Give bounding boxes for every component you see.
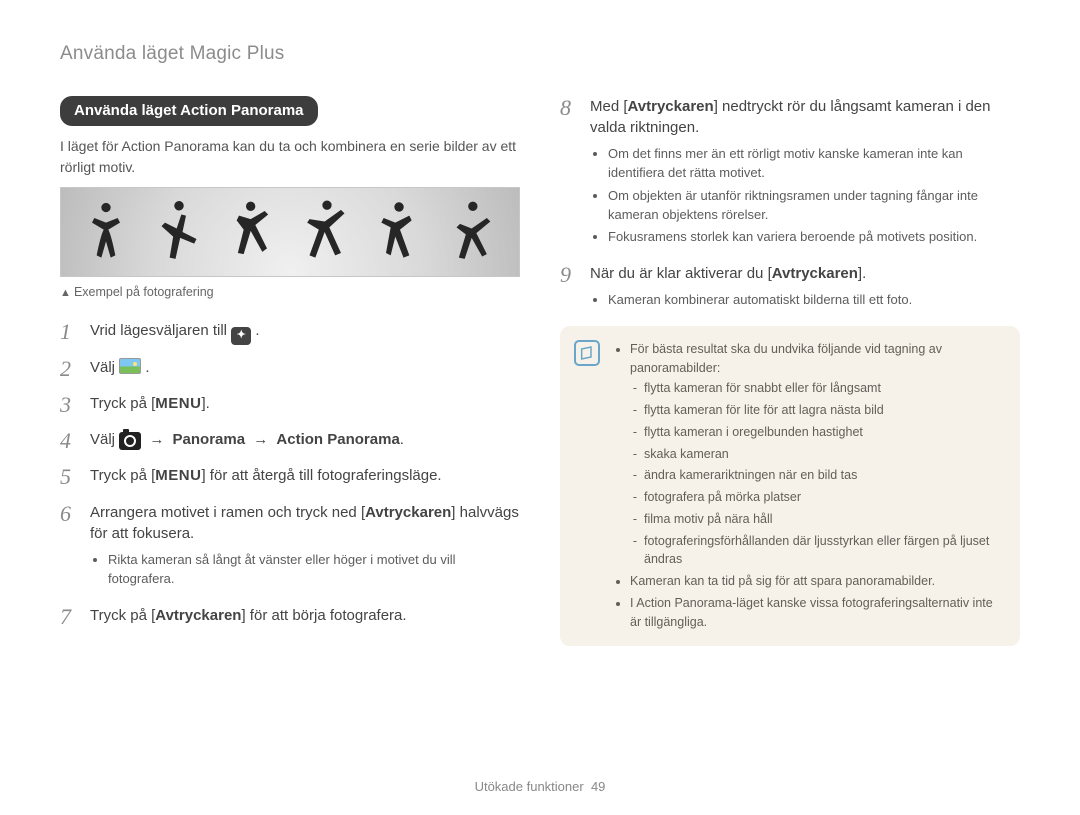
- note-box: För bästa resultat ska du undvika följan…: [560, 326, 1020, 647]
- page-footer: Utökade funktioner 49: [0, 778, 1080, 797]
- content-columns: Använda läget Action Panorama I läget fö…: [60, 96, 1020, 647]
- note-lead: För bästa resultat ska du undvika följan…: [630, 342, 942, 375]
- steps-list-right: 8 Med [Avtryckaren] nedtryckt rör du lån…: [560, 96, 1020, 314]
- step-bold: Avtryckaren: [628, 98, 714, 115]
- note-icon: [574, 340, 600, 366]
- sub-bullet: Fokusramens storlek kan variera beroende…: [608, 228, 1020, 247]
- note-subitem: flytta kameran i oregelbunden hastighet: [644, 423, 1004, 442]
- step-text: Tryck på [: [90, 395, 155, 412]
- dancer-silhouette: [376, 197, 424, 267]
- sub-bullet-list: Om det finns mer än ett rörligt motiv ka…: [608, 145, 1020, 247]
- right-column: 8 Med [Avtryckaren] nedtryckt rör du lån…: [560, 96, 1020, 647]
- note-sublist: flytta kameran för snabbt eller för lång…: [644, 379, 1004, 569]
- step-item: 2 Välj .: [60, 357, 520, 381]
- step-number: 3: [60, 393, 78, 417]
- step-number: 4: [60, 429, 78, 453]
- arrow-icon: →: [149, 431, 164, 448]
- step-bold: Avtryckaren: [155, 607, 241, 624]
- step-text: När du är klar aktiverar du [: [590, 265, 772, 282]
- steps-list-left: 1 Vrid lägesväljaren till ✦ . 2 Välj . 3…: [60, 320, 520, 629]
- step-number: 6: [60, 502, 78, 593]
- step-text: ].: [201, 395, 209, 412]
- note-subitem: skaka kameran: [644, 445, 1004, 464]
- example-illustration: [60, 187, 520, 277]
- step-bold: Panorama: [173, 431, 246, 448]
- step-text: Tryck på [: [90, 607, 155, 624]
- note-item: Kameran kan ta tid på sig för att spara …: [630, 572, 1004, 591]
- step-item: 3 Tryck på [MENU].: [60, 393, 520, 417]
- note-item: För bästa resultat ska du undvika följan…: [630, 340, 1004, 569]
- note-subitem: ändra kamerariktningen när en bild tas: [644, 466, 1004, 485]
- left-column: Använda läget Action Panorama I läget fö…: [60, 96, 520, 647]
- note-item: I Action Panorama-läget kanske vissa fot…: [630, 594, 1004, 632]
- note-subitem: fotograferingsförhållanden där ljusstyrk…: [644, 532, 1004, 570]
- step-item: 5 Tryck på [MENU] för att återgå till fo…: [60, 465, 520, 489]
- step-text: Välj: [90, 359, 119, 376]
- step-text: ] för att börja fotografera.: [241, 607, 406, 624]
- step-text: ].: [858, 265, 866, 282]
- illustration-caption: Exempel på fotografering: [60, 283, 520, 302]
- section-title-pill: Använda läget Action Panorama: [60, 96, 318, 127]
- step-bold: Avtryckaren: [772, 265, 858, 282]
- section-intro: I läget för Action Panorama kan du ta oc…: [60, 136, 520, 177]
- sub-bullet-list: Kameran kombinerar automatiskt bilderna …: [608, 291, 1020, 310]
- menu-label: MENU: [155, 395, 201, 412]
- step-text: ] för att återgå till fotograferingsläge…: [201, 467, 441, 484]
- sub-bullet: Om det finns mer än ett rörligt motiv ka…: [608, 145, 1020, 183]
- note-subitem: filma motiv på nära håll: [644, 510, 1004, 529]
- step-text: Vrid lägesväljaren till: [90, 322, 231, 339]
- dancer-silhouette: [229, 197, 277, 267]
- step-number: 1: [60, 320, 78, 345]
- arrow-icon: →: [253, 431, 268, 448]
- step-bold: Avtryckaren: [365, 504, 451, 521]
- step-number: 8: [560, 96, 578, 252]
- mode-dial-icon: ✦: [231, 327, 251, 345]
- step-number: 7: [60, 605, 78, 629]
- page-title: Använda läget Magic Plus: [60, 40, 1020, 68]
- sub-bullet: Rikta kameran så långt åt vänster eller …: [108, 551, 520, 589]
- step-number: 9: [560, 263, 578, 314]
- step-text: Med [: [590, 98, 628, 115]
- step-text: Välj: [90, 431, 119, 448]
- step-bold: Action Panorama: [276, 431, 399, 448]
- dancer-silhouette: [450, 197, 498, 267]
- note-subitem: flytta kameran för lite för att lagra nä…: [644, 401, 1004, 420]
- step-item: 6 Arrangera motivet i ramen och tryck ne…: [60, 502, 520, 593]
- footer-page-number: 49: [591, 779, 605, 794]
- menu-label: MENU: [155, 467, 201, 484]
- step-text: .: [400, 431, 404, 448]
- step-text: Arrangera motivet i ramen och tryck ned …: [90, 504, 365, 521]
- step-item: 9 När du är klar aktiverar du [Avtryckar…: [560, 263, 1020, 314]
- step-number: 5: [60, 465, 78, 489]
- dancer-silhouette: [303, 197, 351, 267]
- camera-icon: [119, 432, 141, 450]
- dancer-silhouette: [82, 197, 130, 267]
- step-item: 1 Vrid lägesväljaren till ✦ .: [60, 320, 520, 345]
- step-item: 8 Med [Avtryckaren] nedtryckt rör du lån…: [560, 96, 1020, 252]
- footer-label: Utökade funktioner: [475, 779, 584, 794]
- note-subitem: flytta kameran för snabbt eller för lång…: [644, 379, 1004, 398]
- step-item: 7 Tryck på [Avtryckaren] för att börja f…: [60, 605, 520, 629]
- note-subitem: fotografera på mörka platser: [644, 488, 1004, 507]
- landscape-icon: [119, 358, 141, 374]
- sub-bullet: Kameran kombinerar automatiskt bilderna …: [608, 291, 1020, 310]
- note-list: För bästa resultat ska du undvika följan…: [630, 340, 1004, 632]
- step-text: Tryck på [: [90, 467, 155, 484]
- sub-bullet: Om objekten är utanför riktningsramen un…: [608, 187, 1020, 225]
- sub-bullet-list: Rikta kameran så långt åt vänster eller …: [108, 551, 520, 589]
- step-number: 2: [60, 357, 78, 381]
- dancer-silhouette: [155, 197, 203, 267]
- step-item: 4 Välj → Panorama → Action Panorama.: [60, 429, 520, 453]
